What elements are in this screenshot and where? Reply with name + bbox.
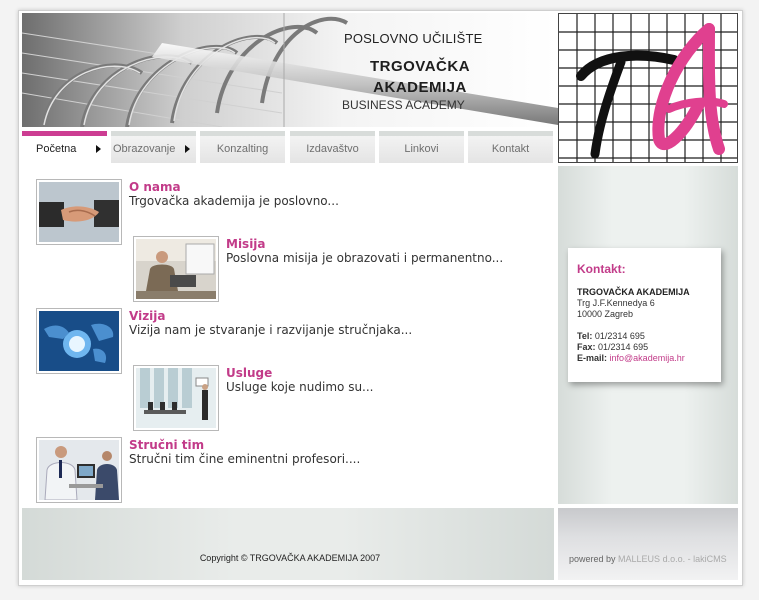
nav-tab-izdavastvo[interactable]: Izdavaštvo <box>290 131 375 163</box>
item-desc-usluge: Usluge koje nudimo su... <box>226 380 374 394</box>
item-desc-o-nama: Trgovačka akademija je poslovno... <box>129 194 339 208</box>
fax-label: Fax: <box>577 342 596 352</box>
footer-right <box>558 508 738 580</box>
meeting-room-image[interactable] <box>133 365 219 431</box>
nav-tab-label: Izdavaštvo <box>306 143 359 155</box>
tel-value: 01/2314 695 <box>594 331 645 341</box>
arrow-right-icon <box>96 145 101 153</box>
nav-tab-label: Linkovi <box>404 143 439 155</box>
header-tagline: POSLOVNO UČILIŠTE <box>344 31 483 46</box>
nav-tab-obrazovanje[interactable]: Obrazovanje <box>111 131 196 163</box>
arrow-right-icon <box>185 145 190 153</box>
email-link[interactable]: info@akademija.hr <box>610 353 685 363</box>
contact-email: E-mail: info@akademija.hr <box>577 353 685 363</box>
powered-prefix: powered by <box>569 554 616 564</box>
contact-org-name: TRGOVAČKA AKADEMIJA <box>577 287 690 297</box>
nav-tab-linkovi[interactable]: Linkovi <box>379 131 464 163</box>
item-title-strucni-tim[interactable]: Stručni tim <box>129 438 204 452</box>
businessman-image[interactable] <box>133 236 219 302</box>
academy-logo[interactable] <box>558 13 738 163</box>
contact-tel: Tel: 01/2314 695 <box>577 331 645 341</box>
contact-city: 10000 Zagreb <box>577 309 634 319</box>
item-title-misija[interactable]: Misija <box>226 237 266 251</box>
nav-tab-pocetna[interactable]: Početna <box>22 131 107 163</box>
item-desc-strucni-tim: Stručni tim čine eminentni profesori.... <box>129 452 361 466</box>
item-title-o-nama[interactable]: O nama <box>129 180 181 194</box>
nav-tab-label: Obrazovanje <box>113 143 176 155</box>
handshake-image[interactable] <box>36 179 122 245</box>
brand-name-line1: TRGOVAČKA <box>369 58 471 75</box>
powered-by: powered by MALLEUS d.o.o. - lakiCMS <box>569 554 727 564</box>
item-title-usluge[interactable]: Usluge <box>226 366 272 380</box>
nav-tab-label: Početna <box>36 143 77 155</box>
powered-company-link[interactable]: MALLEUS d.o.o. - lakiCMS <box>618 554 727 564</box>
contact-card: Kontakt: TRGOVAČKA AKADEMIJA Trg J.F.Ken… <box>568 248 721 382</box>
contact-title: Kontakt: <box>577 262 626 276</box>
copyright-text: Copyright © TRGOVAČKA AKADEMIJA 2007 <box>199 553 381 563</box>
globe-image[interactable] <box>36 308 122 374</box>
contact-street: Trg J.F.Kennedya 6 <box>577 298 655 308</box>
nav-tab-konzalting[interactable]: Konzalting <box>200 131 285 163</box>
nav-tab-label: Kontakt <box>491 143 530 155</box>
contact-fax: Fax: 01/2314 695 <box>577 342 648 352</box>
brand-name-line2: AKADEMIJA <box>373 79 467 96</box>
footer-left <box>22 508 554 580</box>
item-desc-misija: Poslovna misija je obrazovati i permanen… <box>226 251 504 265</box>
header-subtitle: BUSINESS ACADEMY <box>342 98 465 112</box>
nav-tab-label: Konzalting <box>216 143 269 155</box>
email-label: E-mail: <box>577 353 608 363</box>
team-image[interactable] <box>36 437 122 503</box>
header-brand-name: TRGOVAČKA AKADEMIJA <box>340 56 500 98</box>
item-title-vizija[interactable]: Vizija <box>129 309 166 323</box>
fax-value: 01/2314 695 <box>598 342 649 352</box>
item-desc-vizija: Vizija nam je stvaranje i razvijanje str… <box>129 323 413 337</box>
nav-tab-kontakt[interactable]: Kontakt <box>468 131 553 163</box>
tel-label: Tel: <box>577 331 593 341</box>
